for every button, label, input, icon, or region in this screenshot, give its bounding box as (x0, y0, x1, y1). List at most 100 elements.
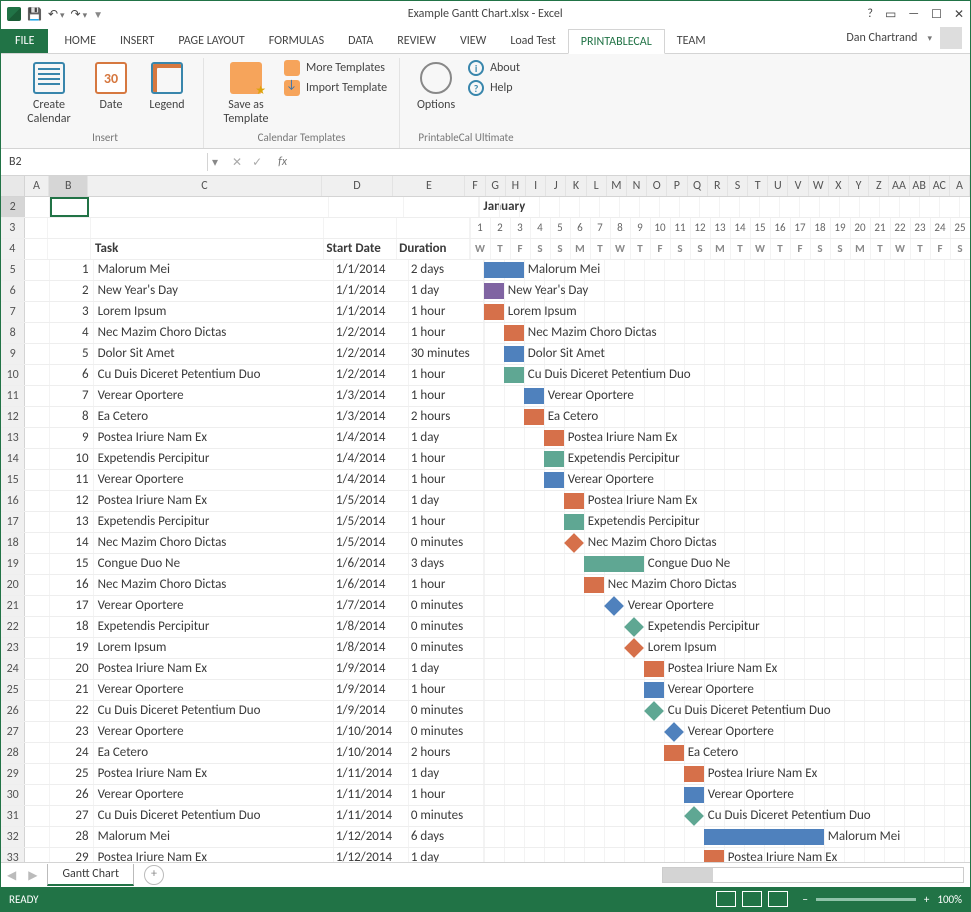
cell-start[interactable]: 1/5/2014 (334, 512, 409, 532)
row-header[interactable]: 7 (1, 302, 25, 322)
col-header[interactable]: Q (688, 176, 708, 196)
row-header[interactable]: 19 (1, 554, 25, 574)
cell-task[interactable]: Cu Duis Diceret Petentium Duo (94, 701, 334, 721)
ribbon-tab-review[interactable]: REVIEW (385, 29, 448, 53)
cell-duration[interactable]: 1 hour (409, 470, 484, 490)
table-row[interactable]: 5 1 Malorum Mei 1/1/2014 2 days Malorum … (1, 260, 970, 281)
ribbon-tab-home[interactable]: HOME (52, 29, 108, 53)
cell-duration[interactable]: 1 day (409, 281, 484, 301)
spreadsheet-grid[interactable]: ABCDEFGHIJKLMNOPQRSTUVWXYZAAABACA 2 Janu… (1, 176, 970, 862)
row-header[interactable]: 16 (1, 491, 25, 511)
cell-number[interactable]: 4 (50, 323, 94, 343)
col-header[interactable]: Z (869, 176, 889, 196)
table-row[interactable]: 15 11 Verear Oportere 1/4/2014 1 hour Ve… (1, 470, 970, 491)
cell-task[interactable]: Nec Mazim Choro Dictas (94, 323, 334, 343)
table-row[interactable]: 18 14 Nec Mazim Choro Dictas 1/5/2014 0 … (1, 533, 970, 554)
table-row[interactable]: 33 29 Postea Iriure Nam Ex 1/12/2014 1 d… (1, 848, 970, 862)
cell-duration[interactable]: 0 minutes (409, 638, 484, 658)
table-row[interactable]: 12 8 Ea Cetero 1/3/2014 2 hours Ea Ceter… (1, 407, 970, 428)
cell-duration[interactable]: 1 hour (409, 785, 484, 805)
cell-start[interactable]: 1/8/2014 (334, 638, 409, 658)
col-header[interactable]: C (88, 176, 321, 196)
qat-save-icon[interactable]: 💾 (27, 7, 42, 22)
table-row[interactable]: 10 6 Cu Duis Diceret Petentium Duo 1/2/2… (1, 365, 970, 386)
row-header[interactable]: 21 (1, 596, 25, 616)
table-row[interactable]: 26 22 Cu Duis Diceret Petentium Duo 1/9/… (1, 701, 970, 722)
cell-number[interactable]: 7 (50, 386, 94, 406)
row-header[interactable]: 27 (1, 722, 25, 742)
cell-task[interactable]: Verear Oportere (94, 386, 334, 406)
qat-undo-icon[interactable]: ↶▾ (48, 7, 65, 22)
row-header[interactable]: 11 (1, 386, 25, 406)
ribbon-tab-formulas[interactable]: FORMULAS (257, 29, 336, 53)
col-header[interactable]: B (49, 176, 88, 196)
maximize-icon[interactable]: ☐ (931, 7, 942, 22)
table-row[interactable]: 14 10 Expetendis Percipitur 1/4/2014 1 h… (1, 449, 970, 470)
cell-task[interactable]: Nec Mazim Choro Dictas (94, 533, 334, 553)
horizontal-scrollbar[interactable] (662, 867, 964, 883)
cell-start[interactable]: 1/2/2014 (334, 344, 409, 364)
cell-start[interactable]: 1/9/2014 (334, 680, 409, 700)
row-header[interactable]: 28 (1, 743, 25, 763)
cell-start[interactable]: 1/8/2014 (334, 617, 409, 637)
cell-duration[interactable]: 0 minutes (409, 701, 484, 721)
table-row[interactable]: 28 24 Ea Cetero 1/10/2014 2 hours Ea Cet… (1, 743, 970, 764)
cell-start[interactable]: 1/10/2014 (334, 722, 409, 742)
cell-number[interactable]: 17 (50, 596, 94, 616)
col-header[interactable]: G (486, 176, 506, 196)
cancel-icon[interactable]: ✕ (232, 155, 242, 170)
col-header[interactable]: A (25, 176, 49, 196)
about-button[interactable]: iAbout (468, 60, 520, 76)
row-header[interactable]: 3 (1, 218, 25, 238)
cell-start[interactable]: 1/5/2014 (334, 533, 409, 553)
cell-number[interactable]: 22 (50, 701, 94, 721)
qat-redo-icon[interactable]: ↷▾ (71, 7, 88, 22)
cell-duration[interactable]: 1 day (409, 764, 484, 784)
cell-task[interactable]: Verear Oportere (94, 470, 334, 490)
col-header[interactable]: K (566, 176, 586, 196)
table-row[interactable]: 13 9 Postea Iriure Nam Ex 1/4/2014 1 day… (1, 428, 970, 449)
cell-start[interactable]: 1/2/2014 (334, 323, 409, 343)
cell-start[interactable]: 1/1/2014 (334, 281, 409, 301)
ribbon-tab-load-test[interactable]: Load Test (498, 29, 567, 53)
sheet-tab[interactable]: Gantt Chart (47, 864, 134, 886)
cell-number[interactable]: 9 (50, 428, 94, 448)
col-header[interactable]: AB (910, 176, 930, 196)
cell-start[interactable]: 1/3/2014 (334, 386, 409, 406)
col-header[interactable]: O (647, 176, 667, 196)
cell-task[interactable]: Ea Cetero (94, 407, 334, 427)
row-header[interactable]: 24 (1, 659, 25, 679)
table-row[interactable]: 30 26 Verear Oportere 1/11/2014 1 hour V… (1, 785, 970, 806)
cell-duration[interactable]: 1 day (409, 428, 484, 448)
cell-start[interactable]: 1/7/2014 (334, 596, 409, 616)
cell-number[interactable]: 25 (50, 764, 94, 784)
cell-task[interactable]: Cu Duis Diceret Petentium Duo (94, 806, 334, 826)
row-header[interactable]: 33 (1, 848, 25, 862)
row-header[interactable]: 20 (1, 575, 25, 595)
ribbon-tab-team[interactable]: TEAM (665, 29, 718, 53)
table-row[interactable]: 29 25 Postea Iriure Nam Ex 1/11/2014 1 d… (1, 764, 970, 785)
cell-number[interactable]: 5 (50, 344, 94, 364)
cell-task[interactable]: Verear Oportere (94, 722, 334, 742)
cell-start[interactable]: 1/6/2014 (334, 575, 409, 595)
table-row[interactable]: 23 19 Lorem Ipsum 1/8/2014 0 minutes Lor… (1, 638, 970, 659)
col-header[interactable]: N (627, 176, 647, 196)
cell-number[interactable]: 1 (50, 260, 94, 280)
col-header[interactable]: M (607, 176, 627, 196)
cell-start[interactable]: 1/11/2014 (334, 764, 409, 784)
table-row[interactable]: 19 15 Congue Duo Ne 1/6/2014 3 days Cong… (1, 554, 970, 575)
cell-duration[interactable]: 1 hour (409, 575, 484, 595)
cell-task[interactable]: Verear Oportere (94, 680, 334, 700)
cell-task[interactable]: Postea Iriure Nam Ex (94, 428, 334, 448)
row-header[interactable]: 4 (1, 239, 25, 259)
col-header[interactable]: W (809, 176, 829, 196)
cell-number[interactable]: 27 (50, 806, 94, 826)
row-header[interactable]: 5 (1, 260, 25, 280)
row-header[interactable]: 32 (1, 827, 25, 847)
col-header[interactable]: S (728, 176, 748, 196)
import-template-button[interactable]: ↓Import Template (284, 80, 387, 96)
col-header[interactable]: X (829, 176, 849, 196)
ribbon-tab-insert[interactable]: INSERT (108, 29, 166, 53)
cell[interactable] (329, 197, 404, 217)
col-header[interactable]: H (506, 176, 526, 196)
